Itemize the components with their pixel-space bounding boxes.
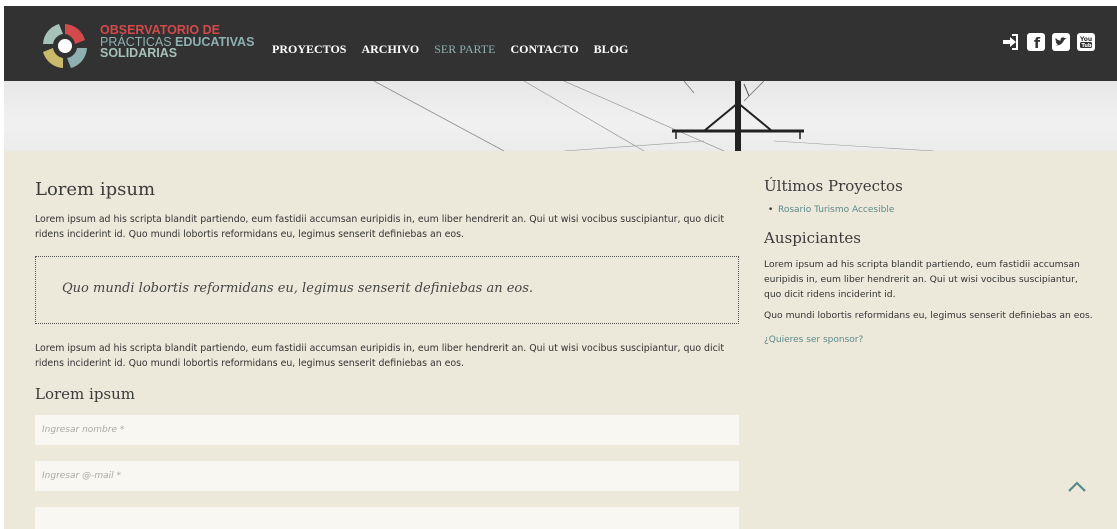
facebook-icon[interactable]: f [1027, 33, 1045, 51]
sponsor-link[interactable]: ¿Quieres ser sponsor? [764, 335, 1094, 345]
social-links: f You Tube [1000, 33, 1095, 51]
sponsors-paragraph-2: Quo mundi lobortis reformidans eu, legim… [764, 310, 1093, 321]
twitter-icon[interactable] [1052, 33, 1070, 51]
svg-text:You: You [1079, 36, 1092, 43]
body-paragraph: Lorem ipsum ad his scripta blandit parti… [35, 343, 725, 369]
logo-icon[interactable] [37, 18, 93, 74]
latest-projects-title: Últimos Proyectos [764, 177, 903, 195]
page-title: Lorem ipsum [35, 179, 156, 200]
nav-item-contacto[interactable]: CONTACTO [510, 42, 578, 57]
nav-item-blog[interactable]: BLOG [594, 42, 629, 57]
nav-item-ser-parte[interactable]: SER PARTE [434, 42, 495, 57]
sponsors-paragraph-1: Lorem ipsum ad his scripta blandit parti… [764, 259, 1080, 300]
main-column: Lorem ipsum Lorem ipsum ad his scripta b… [35, 179, 739, 529]
brand-line3: SOLIDARIAS [100, 46, 178, 60]
list-item[interactable]: Rosario Turismo Accesible [768, 205, 1094, 215]
brand-line2-bold: EDUCATIVAS [175, 34, 255, 49]
nav-item-archivo[interactable]: ARCHIVO [361, 42, 419, 57]
content-area: Lorem ipsum Lorem ipsum ad his scripta b… [4, 151, 1117, 529]
login-icon[interactable] [1000, 33, 1020, 51]
svg-text:f: f [1034, 36, 1041, 51]
main-nav: PROYECTOS ARCHIVO SER PARTE CONTACTO BLO… [272, 42, 628, 57]
sponsors-title: Auspiciantes [764, 229, 861, 247]
site-header: OBSERVATORIO DE PRÁCTICAS EDUCATIVAS SOL… [4, 6, 1117, 81]
power-line-illustration [373, 81, 935, 151]
name-field[interactable] [35, 415, 739, 445]
svg-text:Tube: Tube [1082, 43, 1096, 49]
page: OBSERVATORIO DE PRÁCTICAS EDUCATIVAS SOL… [0, 0, 1117, 529]
youtube-icon[interactable]: You Tube [1077, 33, 1095, 51]
message-field[interactable] [35, 507, 739, 529]
brand-name[interactable]: OBSERVATORIO DE PRÁCTICAS EDUCATIVAS SOL… [100, 24, 255, 60]
hero-banner [4, 81, 1117, 151]
projects-list: Rosario Turismo Accesible [764, 205, 1094, 215]
email-field[interactable] [35, 461, 739, 491]
nav-item-proyectos[interactable]: PROYECTOS [272, 42, 346, 57]
chevron-up-icon[interactable] [1066, 478, 1088, 494]
intro-paragraph: Lorem ipsum ad his scripta blandit parti… [35, 214, 725, 240]
blockquote: Quo mundi lobortis reformidans eu, legim… [35, 256, 739, 324]
form-title: Lorem ipsum [35, 385, 136, 403]
sidebar: Últimos Proyectos Rosario Turismo Accesi… [764, 177, 1094, 345]
